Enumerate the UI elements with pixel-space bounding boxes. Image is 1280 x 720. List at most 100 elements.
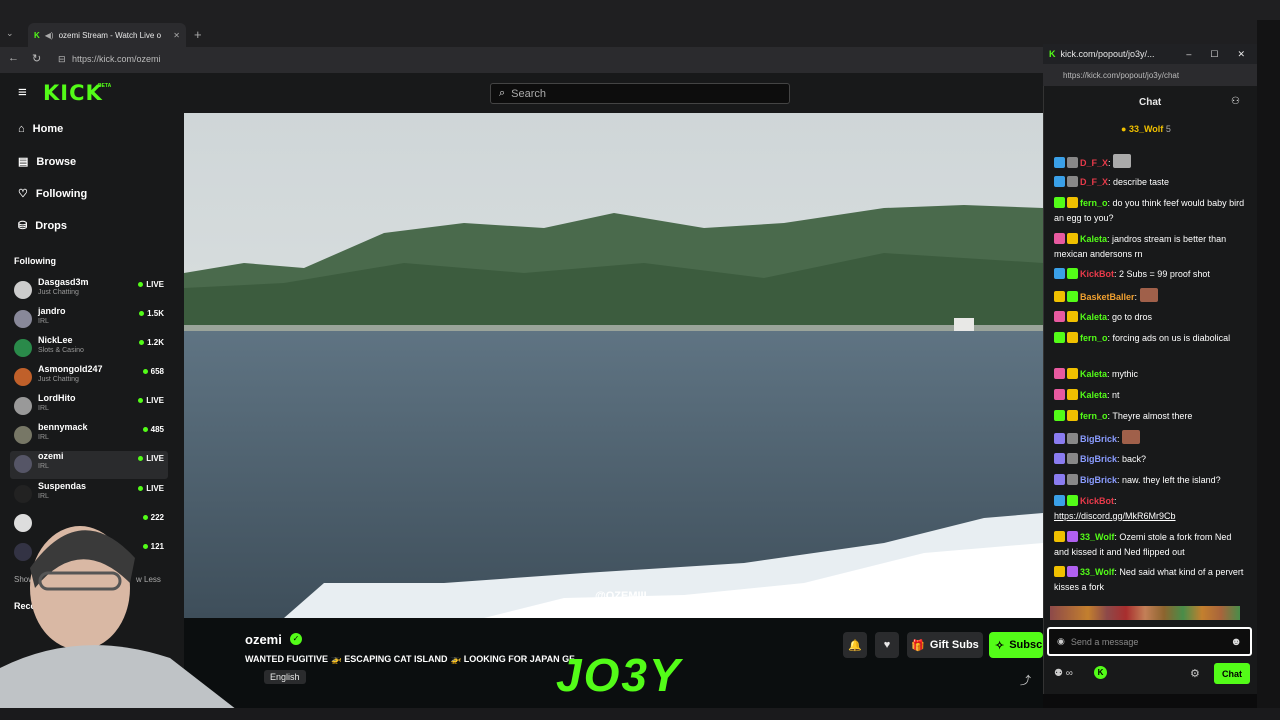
settings-gear-icon[interactable]: ⚙	[1190, 667, 1200, 680]
chat-input[interactable]: ◉ Send a message ☻	[1047, 627, 1252, 656]
chat-mod-icon[interactable]: ⚉ ∞	[1054, 668, 1073, 679]
kick-points-icon[interactable]: K	[1094, 666, 1107, 679]
url-field[interactable]: https://kick.com/ozemi	[72, 54, 161, 64]
following-heading: Following	[14, 256, 56, 266]
channel-category: Just Chatting	[38, 376, 79, 383]
avatar	[14, 310, 32, 328]
language-tag[interactable]: English	[264, 670, 306, 684]
sidebar-item-label: Following	[35, 187, 88, 200]
avatar	[14, 397, 32, 415]
chat-message[interactable]: BigBrick: naw. they left the island?	[1054, 473, 1246, 488]
sidebar-item-drops[interactable]: ⛁ Drops	[18, 219, 67, 233]
channel-category: IRL	[38, 405, 49, 412]
chat-message[interactable]: Kaleta: nt	[1054, 388, 1246, 403]
chat-message[interactable]: Kaleta: mythic	[1054, 367, 1246, 382]
background-window-edge	[1257, 20, 1280, 720]
tab-close-icon[interactable]: ✕	[173, 31, 180, 40]
emoji-icon[interactable]: ☻	[1230, 636, 1242, 648]
subscribe-button[interactable]: ✧ Subsc	[989, 632, 1043, 658]
search-placeholder: Search	[511, 87, 547, 100]
channel-name: ozemi	[38, 451, 64, 461]
channel-status: 1.2K	[139, 338, 164, 347]
chat-message[interactable]: Kaleta: go to dros	[1054, 310, 1246, 325]
following-channel[interactable]: bennymack IRL 485	[14, 422, 164, 450]
back-icon[interactable]: ←	[8, 52, 19, 64]
channel-name: NickLee	[38, 335, 73, 345]
popout-titlebar: K kick.com/popout/jo3y/... – ☐ ✕	[1043, 44, 1257, 64]
chat-send-button[interactable]: Chat	[1214, 663, 1250, 684]
channel-status: 485	[142, 425, 164, 434]
channel-name: Dasgasd3m	[38, 277, 89, 287]
chat-message[interactable]: D_F_X:	[1054, 154, 1246, 171]
following-channel[interactable]: jandro IRL 1.5K	[14, 306, 164, 334]
notification-bell-icon[interactable]: 🔔	[843, 632, 867, 658]
chat-message[interactable]: Kaleta: jandros stream is better than me…	[1054, 232, 1246, 262]
channel-category: IRL	[38, 434, 49, 441]
chat-message[interactable]: KickBot: https://discord.gg/MkR6Mr9Cb	[1054, 494, 1246, 524]
chat-message[interactable]: BigBrick: back?	[1054, 452, 1246, 467]
kick-favicon-icon: K	[1049, 49, 1056, 59]
avatar	[14, 339, 32, 357]
channel-name: jandro	[38, 306, 66, 316]
avatar	[14, 281, 32, 299]
kick-logo[interactable]: KICK	[43, 81, 103, 105]
chat-message[interactable]: fern_o: do you think feef would baby bir…	[1054, 196, 1246, 226]
sidebar-item-browse[interactable]: ▤ Browse	[18, 155, 76, 169]
channel-name: Asmongold247	[38, 364, 103, 374]
gift-subs-button[interactable]: 🎁 Gift Subs	[907, 632, 983, 658]
channel-status: LIVE	[138, 454, 164, 463]
streamer-name[interactable]: ozemi	[245, 632, 282, 647]
stream-title: WANTED FUGITIVE 🚁 ESCAPING CAT ISLAND 🚁 …	[245, 654, 575, 664]
chat-message[interactable]: BasketBaller:	[1054, 288, 1246, 305]
chat-message[interactable]: fern_o: forcing ads on us is diabolical	[1054, 331, 1246, 346]
close-icon[interactable]: ✕	[1237, 49, 1245, 60]
channel-category: Just Chatting	[38, 289, 79, 296]
search-input[interactable]: ⌕ Search	[490, 83, 790, 104]
site-info-icon[interactable]: ⊟	[58, 54, 66, 65]
popout-url[interactable]: https://kick.com/popout/jo3y/chat	[1043, 64, 1257, 86]
emote	[1139, 288, 1158, 302]
channel-category: IRL	[38, 318, 49, 325]
following-channel[interactable]: Asmongold247 Just Chatting 658	[14, 364, 164, 392]
emote-picker-icon[interactable]: ◉	[1057, 636, 1065, 647]
chat-link[interactable]: https://discord.gg/MkR6Mr9Cb	[1054, 511, 1176, 521]
new-tab-icon[interactable]: +	[194, 27, 202, 42]
sidebar-item-following[interactable]: ♡ Following	[18, 187, 88, 201]
tab-audio-icon[interactable]: ◀)	[45, 31, 54, 40]
kick-favicon-icon: K	[34, 30, 40, 40]
chat-message[interactable]: fern_o: Theyre almost there	[1054, 409, 1246, 424]
video-player[interactable]: @OZEMIII	[184, 113, 1043, 618]
following-channel-active[interactable]: ozemi IRL LIVE	[10, 451, 168, 479]
following-channel[interactable]: LordHito IRL LIVE	[14, 393, 164, 421]
menu-icon[interactable]: ≡	[18, 84, 27, 101]
channel-status: LIVE	[138, 396, 164, 405]
following-channel[interactable]: NickLee Slots & Casino 1.2K	[14, 335, 164, 363]
chat-message[interactable]: BigBrick:	[1054, 430, 1246, 447]
maximize-icon[interactable]: ☐	[1210, 49, 1218, 60]
browser-tab[interactable]: K ◀) ozemi Stream - Watch Live o ✕	[28, 23, 186, 47]
heart-icon: ♡	[18, 188, 28, 200]
minimize-icon[interactable]: –	[1186, 49, 1191, 59]
browser-tab-bar	[0, 0, 1280, 47]
chat-message[interactable]: KickBot: 2 Subs = 99 proof shot	[1054, 267, 1246, 282]
chat-message[interactable]: D_F_X: describe taste	[1054, 175, 1246, 190]
channel-status: 1.5K	[139, 309, 164, 318]
stream-watermark: @OZEMIII	[595, 590, 647, 602]
emote-bar[interactable]	[1050, 606, 1240, 620]
channel-category: IRL	[38, 463, 49, 470]
sidebar-item-label: Home	[32, 123, 64, 135]
reload-icon[interactable]: ↻	[32, 52, 41, 65]
tab-list-icon[interactable]: ⌄	[6, 28, 14, 39]
follow-heart-icon[interactable]: ♥	[875, 632, 899, 658]
browse-icon: ▤	[18, 156, 29, 168]
chat-message[interactable]: 33_Wolf: Ozemi stole a fork from Ned and…	[1054, 530, 1246, 560]
avatar	[14, 426, 32, 444]
verified-icon: ✓	[290, 633, 302, 645]
sidebar-item-label: Drops	[35, 219, 67, 232]
pinned-user[interactable]: ● 33_Wolf 5	[1121, 124, 1171, 134]
share-icon[interactable]: ⤴	[1020, 672, 1031, 688]
chat-message[interactable]: 33_Wolf: Ned said what kind of a pervert…	[1054, 565, 1246, 595]
following-channel[interactable]: Dasgasd3m Just Chatting LIVE	[14, 277, 164, 305]
chat-users-icon[interactable]: ⚇	[1231, 96, 1240, 107]
sidebar-item-home[interactable]: ⌂ Home	[18, 123, 63, 135]
